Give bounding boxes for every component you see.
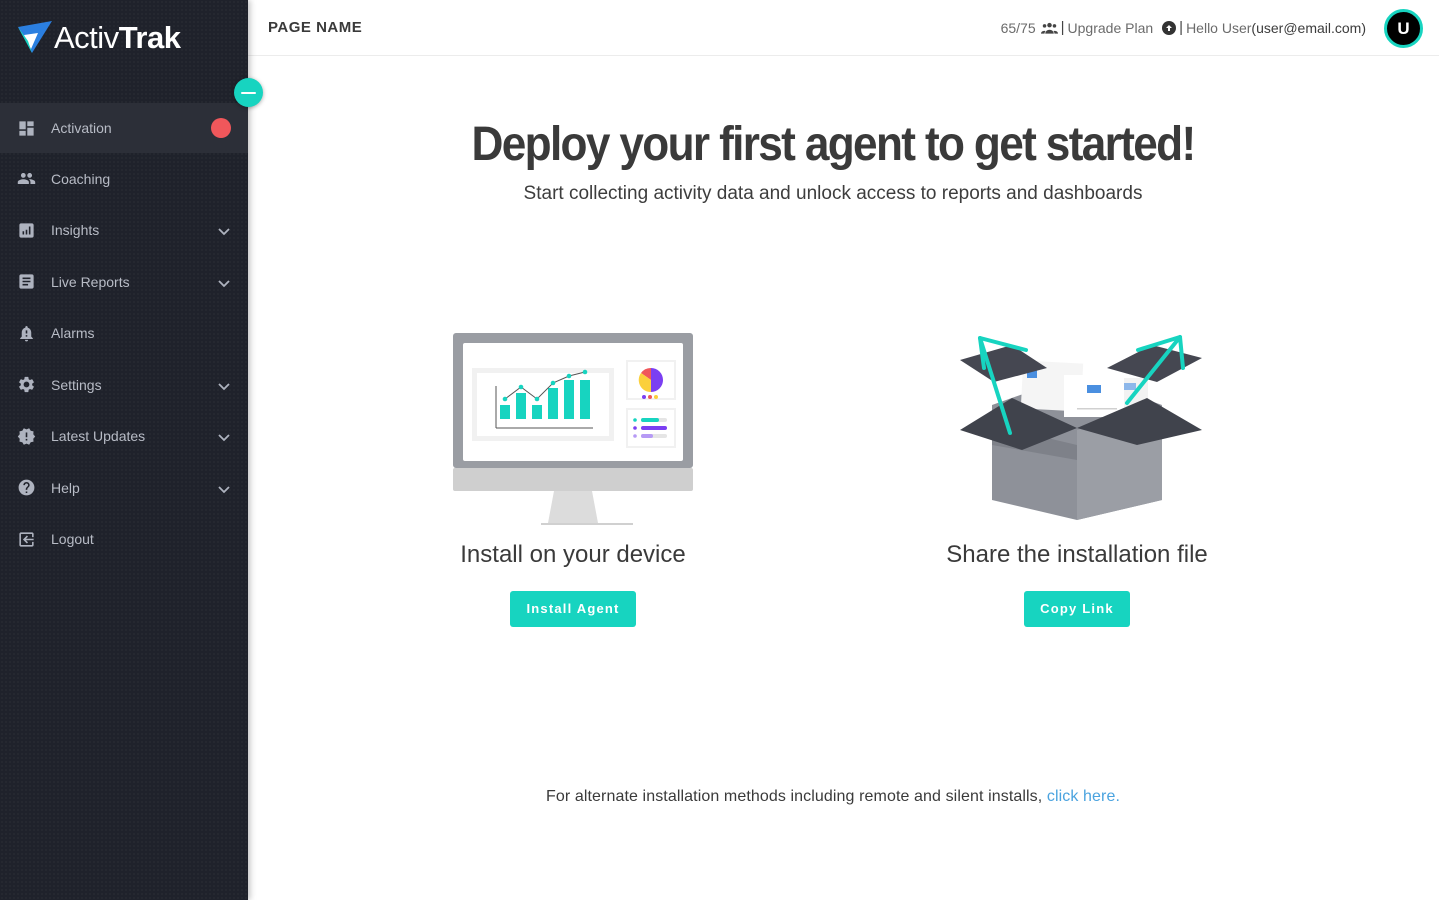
chevron-down-icon[interactable] <box>218 378 230 391</box>
alert-badge-icon <box>17 427 36 446</box>
notification-badge <box>211 118 231 138</box>
copy-link-button[interactable]: Copy Link <box>1024 591 1130 627</box>
main-content: Deploy your first agent to get started! … <box>248 57 1439 900</box>
sidebar-item-insights[interactable]: Insights <box>0 205 248 257</box>
share-file-card: Share the installation file Copy Link <box>877 315 1277 627</box>
help-circle-icon <box>17 478 36 497</box>
app: ActivTrak Activation Coaching Insights L… <box>0 0 1439 900</box>
sidebar-item-latest-updates[interactable]: Latest Updates <box>0 411 248 463</box>
dashboard-icon <box>17 119 36 138</box>
divider: | <box>1179 19 1184 36</box>
divider: | <box>1060 19 1065 36</box>
top-header: PAGE NAME 65/75 | Upgrade Plan | Hello U… <box>248 0 1439 56</box>
logout-icon <box>17 530 36 549</box>
open-box-share-illustration <box>877 315 1277 525</box>
bell-alert-icon <box>17 324 36 343</box>
card-title: Share the installation file <box>946 541 1208 568</box>
chevron-down-icon[interactable] <box>218 275 230 288</box>
page-title: PAGE NAME <box>268 19 363 36</box>
chevron-down-icon[interactable] <box>218 481 230 494</box>
chevron-down-icon[interactable] <box>218 429 230 442</box>
card-title: Install on your device <box>460 541 686 568</box>
license-count: 65/75 <box>1000 19 1036 36</box>
upgrade-arrow-icon[interactable] <box>1162 20 1177 35</box>
sidebar-item-coaching[interactable]: Coaching <box>0 153 248 205</box>
sidebar-item-label: Coaching <box>51 170 111 187</box>
sidebar: ActivTrak Activation Coaching Insights L… <box>0 0 248 900</box>
install-device-card: Install on your device Install Agent <box>373 315 773 627</box>
sidebar-item-help[interactable]: Help <box>0 462 248 514</box>
gear-icon <box>17 375 36 394</box>
report-icon <box>17 272 36 291</box>
alternate-install-link[interactable]: click here. <box>1047 788 1120 805</box>
bar-chart-icon <box>17 221 36 240</box>
activtrak-logo[interactable]: ActivTrak <box>18 18 181 58</box>
sidebar-item-live-reports[interactable]: Live Reports <box>0 256 248 308</box>
logo-text: ActivTrak <box>54 20 181 55</box>
people-icon <box>17 169 36 188</box>
sidebar-item-logout[interactable]: Logout <box>0 514 248 566</box>
users-icon <box>1040 22 1058 34</box>
sidebar-item-alarms[interactable]: Alarms <box>0 308 248 360</box>
hero-title: Deploy your first agent to get started! <box>471 118 1196 171</box>
minus-icon <box>241 91 256 94</box>
avatar[interactable]: U <box>1384 9 1423 48</box>
install-agent-button[interactable]: Install Agent <box>510 591 636 627</box>
alternate-install-text: For alternate installation methods inclu… <box>248 788 1418 806</box>
activtrak-logo-icon <box>18 21 52 53</box>
sidebar-item-settings[interactable]: Settings <box>0 359 248 411</box>
user-greeting: Hello User <box>1186 19 1252 36</box>
upgrade-plan-link[interactable]: Upgrade Plan <box>1068 20 1154 36</box>
sidebar-item-activation[interactable]: Activation <box>0 103 248 153</box>
sidebar-nav: Activation Coaching Insights Live Report… <box>0 103 248 565</box>
alternate-install-message: For alternate installation methods inclu… <box>545 788 1047 805</box>
user-email: (user@email.com) <box>1251 19 1366 36</box>
hero-subtitle: Start collecting activity data and unloc… <box>523 183 1143 204</box>
header-account-info: 65/75 | Upgrade Plan | Hello User (user@… <box>1001 19 1366 36</box>
sidebar-item-label: Logout <box>51 531 94 548</box>
monitor-dashboard-illustration <box>373 315 773 525</box>
sidebar-item-label: Alarms <box>51 325 95 342</box>
chevron-down-icon[interactable] <box>218 223 230 236</box>
collapse-sidebar-button[interactable] <box>234 78 263 107</box>
